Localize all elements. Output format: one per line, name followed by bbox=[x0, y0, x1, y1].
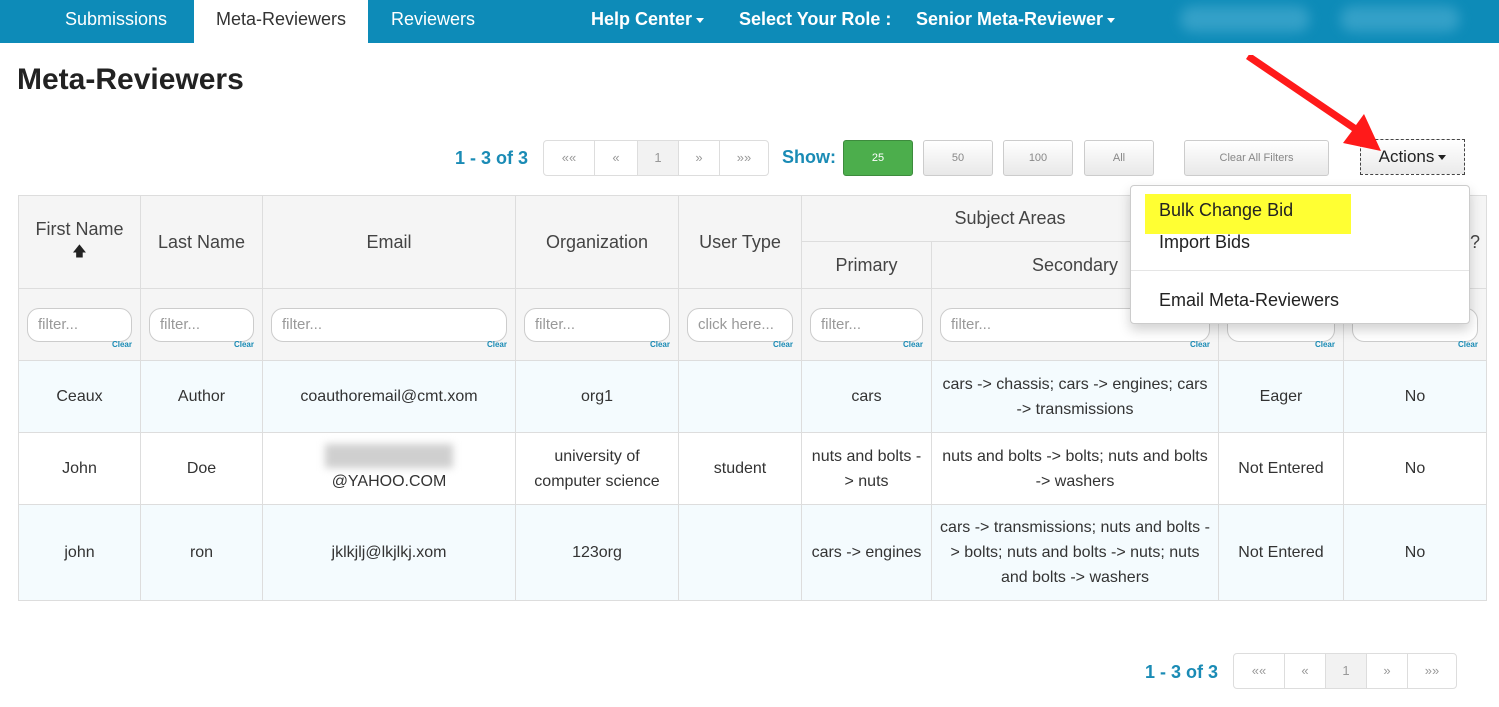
clear-filter-link[interactable]: Clear bbox=[1458, 332, 1478, 357]
cell-bid-link[interactable]: Not Entered bbox=[1218, 504, 1344, 601]
chevron-down-icon bbox=[1438, 155, 1447, 161]
filter-cell: filter... Clear bbox=[801, 288, 932, 361]
pager-last-button[interactable]: »» bbox=[1407, 654, 1456, 688]
filter-organization-input[interactable]: filter... bbox=[524, 307, 670, 342]
pager-bottom: «« « 1 » »» bbox=[1233, 653, 1457, 689]
cell-first-name: John bbox=[18, 432, 141, 505]
actions-dropdown-menu: Bulk Change Bid Import Bids Email Meta-R… bbox=[1130, 185, 1470, 324]
filter-email-input[interactable]: filter... bbox=[271, 307, 507, 342]
pager-prev-button[interactable]: « bbox=[594, 141, 637, 175]
cell-primary: cars bbox=[801, 360, 932, 433]
header-primary[interactable]: Primary bbox=[801, 241, 932, 289]
clear-filter-link[interactable]: Clear bbox=[234, 332, 254, 357]
clear-filter-link[interactable]: Clear bbox=[487, 332, 507, 357]
cell-last-name: Author bbox=[140, 360, 263, 433]
pager-first-button[interactable]: «« bbox=[1234, 654, 1284, 688]
table-row: Ceaux Author coauthoremail@cmt.xom org1 … bbox=[18, 360, 1487, 433]
show-label: Show: bbox=[782, 147, 836, 167]
table-row: John Doe @YAHOO.COM university of comput… bbox=[18, 432, 1487, 505]
cell-conflict: No bbox=[1343, 504, 1487, 601]
role-value: Senior Meta-Reviewer bbox=[916, 9, 1104, 29]
cell-user-type bbox=[678, 504, 802, 601]
menu-item-email-meta-reviewers[interactable]: Email Meta-Reviewers bbox=[1159, 290, 1339, 311]
cell-first-name: Ceaux bbox=[18, 360, 141, 433]
cell-organization: 123org bbox=[515, 504, 679, 601]
header-user-type[interactable]: User Type bbox=[678, 195, 802, 289]
cell-email: coauthoremail@cmt.xom bbox=[262, 360, 516, 433]
pager-first-button[interactable]: «« bbox=[544, 141, 594, 175]
tab-meta-reviewers[interactable]: Meta-Reviewers bbox=[194, 0, 368, 43]
chevron-down-icon bbox=[1107, 17, 1116, 23]
clear-filter-link[interactable]: Clear bbox=[650, 332, 670, 357]
sort-arrow-up-icon: 🡅 bbox=[72, 243, 87, 259]
filter-cell: click here... Clear bbox=[678, 288, 802, 361]
cell-conflict: No bbox=[1343, 432, 1487, 505]
filter-cell: filter... Clear bbox=[140, 288, 263, 361]
cell-first-name: john bbox=[18, 504, 141, 601]
clear-filter-link[interactable]: Clear bbox=[1190, 332, 1210, 357]
menu-item-import-bids[interactable]: Import Bids bbox=[1159, 232, 1250, 253]
cell-organization: university of computer science bbox=[515, 432, 679, 505]
cell-secondary: cars -> transmissions; nuts and bolts ->… bbox=[931, 504, 1219, 601]
header-last-name[interactable]: Last Name bbox=[140, 195, 263, 289]
pager-count-bottom: 1 - 3 of 3 bbox=[1145, 662, 1219, 682]
chevron-down-icon bbox=[696, 17, 705, 23]
cell-conflict: No bbox=[1343, 360, 1487, 433]
show-50-button[interactable]: 50 bbox=[923, 140, 993, 176]
header-email[interactable]: Email bbox=[262, 195, 516, 289]
cell-user-type bbox=[678, 360, 802, 433]
cell-primary: nuts and bolts -> nuts bbox=[801, 432, 932, 505]
role-label: Select Your Role : bbox=[739, 9, 892, 29]
clear-all-filters-button[interactable]: Clear All Filters bbox=[1184, 140, 1329, 176]
cell-secondary: cars -> chassis; cars -> engines; cars -… bbox=[931, 360, 1219, 433]
cell-secondary: nuts and bolts -> bolts; nuts and bolts … bbox=[931, 432, 1219, 505]
header-organization[interactable]: Organization bbox=[515, 195, 679, 289]
filter-cell: filter... Clear bbox=[262, 288, 516, 361]
tab-submissions[interactable]: Submissions bbox=[40, 0, 192, 43]
tab-reviewers[interactable]: Reviewers bbox=[370, 0, 496, 43]
cell-bid-link[interactable]: Not Entered bbox=[1218, 432, 1344, 505]
show-100-button[interactable]: 100 bbox=[1003, 140, 1073, 176]
clear-filter-link[interactable]: Clear bbox=[1315, 332, 1335, 357]
help-center-menu[interactable]: Help Center bbox=[591, 0, 705, 38]
cell-last-name: Doe bbox=[140, 432, 263, 505]
pager-page-button[interactable]: 1 bbox=[1325, 654, 1366, 688]
blurred-user-info bbox=[1180, 6, 1310, 32]
pager-next-button[interactable]: » bbox=[678, 141, 719, 175]
help-center-label: Help Center bbox=[591, 9, 693, 29]
cell-primary: cars -> engines bbox=[801, 504, 932, 601]
blurred-email bbox=[325, 444, 453, 469]
pager-next-button[interactable]: » bbox=[1366, 654, 1407, 688]
actions-button[interactable]: Actions bbox=[1360, 139, 1465, 175]
show-25-button[interactable]: 25 bbox=[843, 140, 913, 176]
blurred-user-info bbox=[1340, 6, 1460, 32]
filter-cell: filter... Clear bbox=[18, 288, 141, 361]
clear-filter-link[interactable]: Clear bbox=[773, 332, 793, 357]
cell-organization: org1 bbox=[515, 360, 679, 433]
menu-divider bbox=[1131, 270, 1469, 271]
pager-page-button[interactable]: 1 bbox=[637, 141, 678, 175]
cell-email: jklkjlj@lkjlkj.xom bbox=[262, 504, 516, 601]
clear-filter-link[interactable]: Clear bbox=[112, 332, 132, 357]
top-nav: Submissions Meta-Reviewers Reviewers Hel… bbox=[0, 0, 1499, 43]
pager-count: 1 - 3 of 3 bbox=[455, 148, 529, 168]
filter-cell: filter... Clear bbox=[515, 288, 679, 361]
pager-prev-button[interactable]: « bbox=[1284, 654, 1325, 688]
pager-last-button[interactable]: »» bbox=[719, 141, 768, 175]
show-all-button[interactable]: All bbox=[1084, 140, 1154, 176]
header-first-name-label: First Name bbox=[35, 219, 124, 239]
cell-last-name: ron bbox=[140, 504, 263, 601]
clear-filter-link[interactable]: Clear bbox=[903, 332, 923, 357]
cell-email: @YAHOO.COM bbox=[262, 432, 516, 505]
actions-label: Actions bbox=[1378, 147, 1435, 166]
page-title: Meta-Reviewers bbox=[17, 63, 244, 96]
pager: «« « 1 » »» bbox=[543, 140, 769, 176]
table-row: john ron jklkjlj@lkjlkj.xom 123org cars … bbox=[18, 504, 1487, 601]
cell-email-domain: @YAHOO.COM bbox=[331, 472, 447, 490]
cell-bid-link[interactable]: Eager bbox=[1218, 360, 1344, 433]
cell-user-type: student bbox=[678, 432, 802, 505]
header-first-name[interactable]: First Name 🡅 bbox=[18, 195, 141, 289]
role-select[interactable]: Senior Meta-Reviewer bbox=[916, 0, 1116, 38]
menu-item-bulk-change-bid[interactable]: Bulk Change Bid bbox=[1159, 200, 1293, 221]
